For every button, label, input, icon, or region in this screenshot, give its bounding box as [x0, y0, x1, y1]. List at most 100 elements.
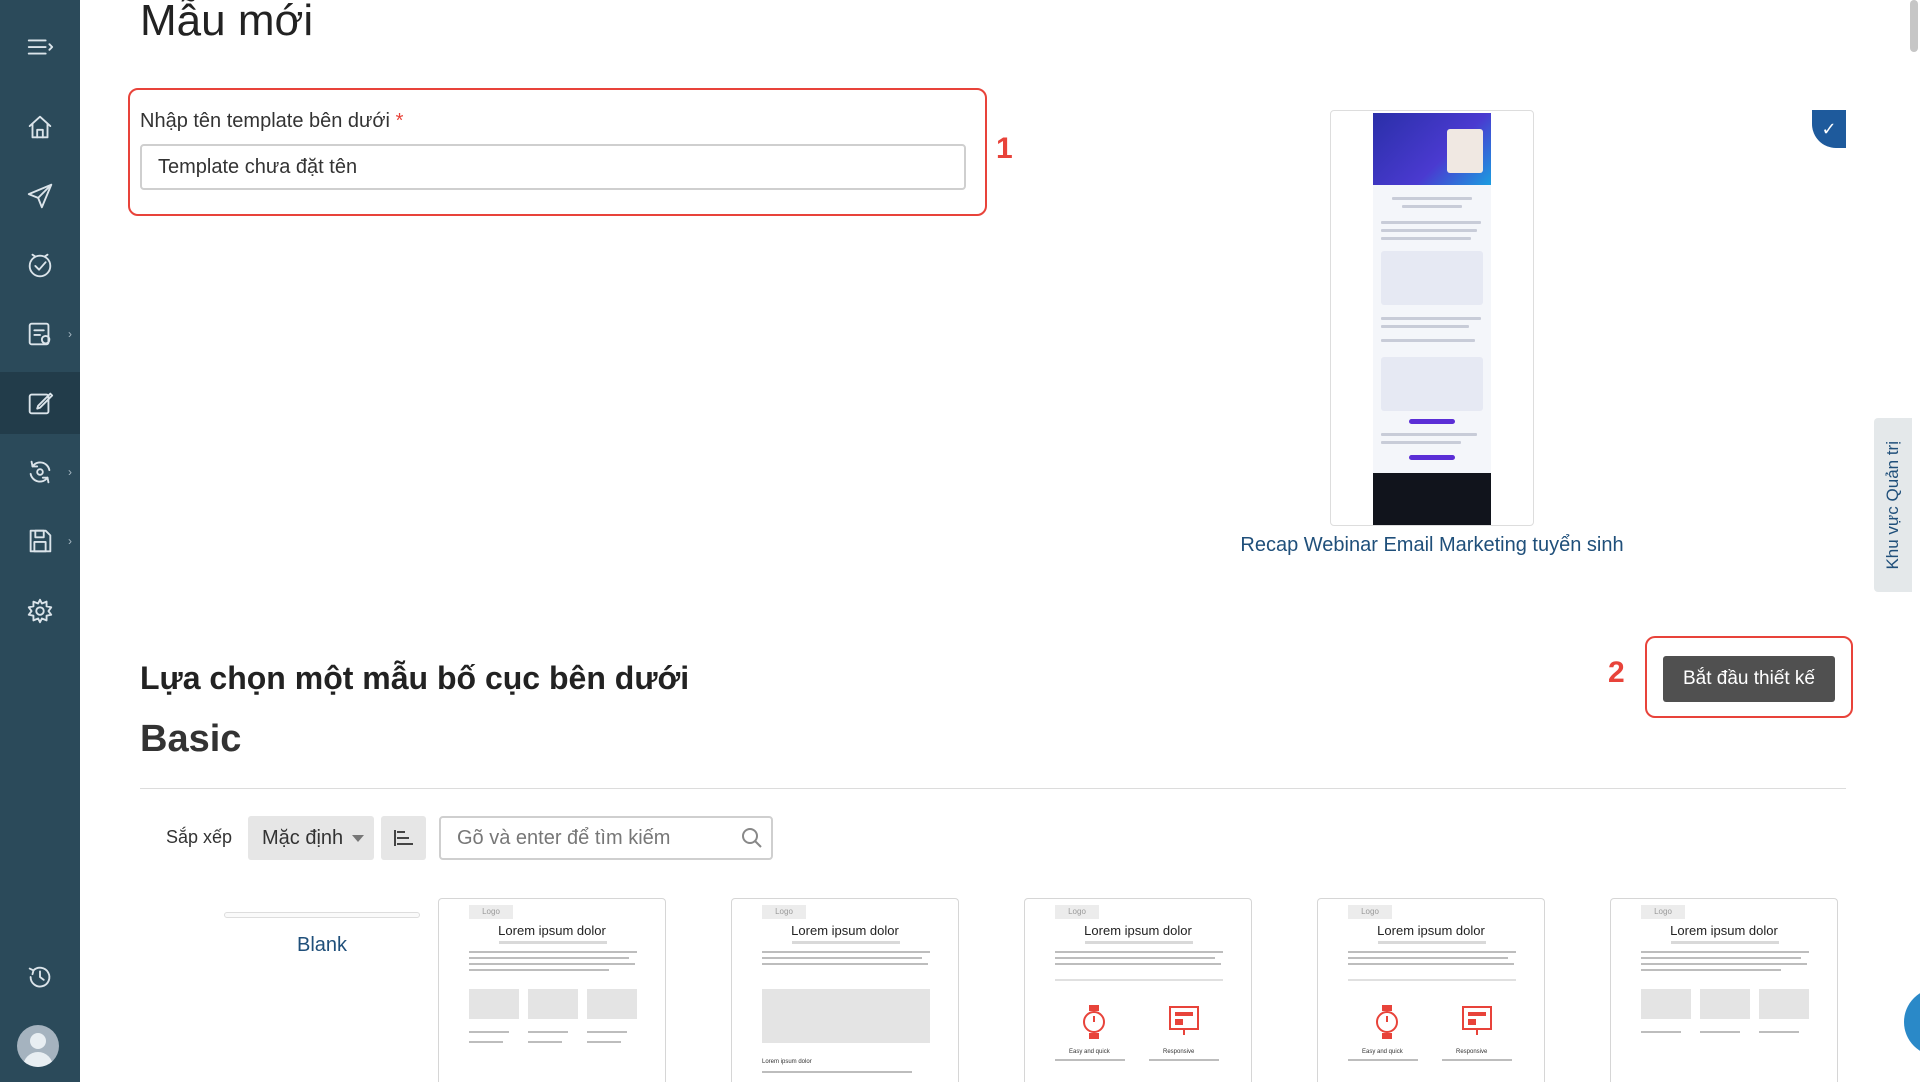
search-input[interactable]	[439, 816, 773, 860]
selected-template-preview[interactable]	[1330, 110, 1534, 526]
template-text-line	[469, 957, 629, 959]
template-heading: Lorem ipsum dolor	[791, 923, 899, 938]
template-text-line	[587, 1041, 621, 1043]
annotation-2: 2	[1608, 656, 1625, 689]
template-card[interactable]: Logo Lorem ipsum dolor	[438, 898, 666, 1082]
save-icon	[29, 529, 52, 553]
sidebar-item-automation[interactable]	[0, 234, 80, 296]
sort-bars-icon	[393, 830, 413, 846]
template-logo: Logo	[1348, 905, 1392, 919]
preview-button	[1409, 455, 1455, 460]
template-text-line	[762, 957, 922, 959]
menu-toggle[interactable]	[0, 16, 80, 78]
template-heading: Lorem ipsum dolor	[1084, 923, 1192, 938]
preview-footer	[1373, 473, 1491, 525]
check-icon: ✓	[1812, 110, 1846, 148]
template-subline	[1378, 941, 1486, 944]
preview-line	[1402, 205, 1462, 208]
template-text-line	[1055, 979, 1223, 981]
sort-select[interactable]: Mặc định	[248, 816, 374, 860]
template-text-line	[1348, 957, 1508, 959]
settings-icon	[27, 598, 53, 624]
page-scrollbar[interactable]	[1910, 0, 1918, 52]
template-card[interactable]: Logo Lorem ipsum dolor Easy and quick Re…	[1024, 898, 1252, 1082]
template-image-placeholder	[1759, 989, 1809, 1019]
template-card[interactable]: Logo Lorem ipsum dolor	[1610, 898, 1838, 1082]
preview-line	[1381, 237, 1471, 240]
sidebar-item-templates[interactable]	[0, 372, 80, 434]
template-text-line	[1759, 1031, 1799, 1033]
template-logo: Logo	[469, 905, 513, 919]
template-subline	[792, 941, 900, 944]
template-image-placeholder	[762, 989, 930, 1043]
template-text-line	[1055, 963, 1221, 965]
avatar[interactable]	[17, 1025, 59, 1067]
template-feature-label: Easy and quick	[1069, 1049, 1110, 1055]
support-chat-button[interactable]	[1904, 988, 1920, 1056]
preview-caption[interactable]: Recap Webinar Email Marketing tuyển sinh	[1232, 534, 1632, 557]
avatar-body	[23, 1052, 53, 1067]
start-design-button[interactable]: Bắt đầu thiết kế	[1663, 656, 1835, 702]
section-title: Lựa chọn một mẫu bố cục bên dưới	[140, 660, 690, 696]
sidebar-item-data[interactable]: ›	[0, 510, 80, 572]
blank-template-label[interactable]: Blank	[224, 934, 420, 957]
template-text-line	[469, 1041, 503, 1043]
annotation-1: 1	[996, 132, 1013, 165]
chevron-right-icon: ›	[68, 465, 72, 479]
sidebar-item-settings[interactable]	[0, 580, 80, 642]
template-text-line	[1641, 1031, 1681, 1033]
template-image-placeholder	[1641, 989, 1691, 1019]
divider	[140, 788, 1846, 789]
main-content: Mẫu mới Nhập tên template bên dưới * 1 ✓	[80, 0, 1920, 1082]
template-caption: Lorem ipsum dolor	[762, 1059, 812, 1065]
sidebar-item-history[interactable]	[0, 946, 80, 1008]
template-text-line	[1442, 1059, 1512, 1061]
sidebar-item-home[interactable]	[0, 96, 80, 158]
template-text-line	[1055, 951, 1223, 953]
admin-area-tab[interactable]: Khu vực Quản trị	[1874, 418, 1912, 592]
preview-card	[1381, 251, 1483, 305]
template-text-line	[1055, 1059, 1125, 1061]
sort-label: Sắp xếp	[166, 827, 233, 847]
template-image-placeholder	[528, 989, 578, 1019]
template-text-line	[1641, 963, 1807, 965]
template-text-line	[1700, 1031, 1740, 1033]
admin-area-label: Khu vực Quản trị	[1883, 440, 1902, 570]
sidebar-item-sync[interactable]: ›	[0, 441, 80, 503]
template-feature-label: Responsive	[1163, 1049, 1195, 1055]
preview-line	[1392, 197, 1472, 200]
sidebar-item-campaigns[interactable]	[0, 165, 80, 227]
history-icon	[28, 966, 51, 988]
preview-line	[1381, 325, 1469, 328]
template-text-line	[469, 969, 609, 971]
template-feature-label: Responsive	[1456, 1049, 1488, 1055]
template-text-line	[1641, 969, 1781, 971]
home-icon	[28, 115, 52, 139]
template-text-line	[1348, 951, 1516, 953]
blank-template-card[interactable]	[224, 912, 420, 918]
template-subline	[499, 941, 607, 944]
sort-direction-button[interactable]	[381, 816, 426, 860]
template-name-label: Nhập tên template bên dưới *	[140, 110, 403, 133]
sidebar-item-reports[interactable]: ›	[0, 303, 80, 365]
template-text-line	[469, 951, 637, 953]
avatar-head	[30, 1033, 46, 1049]
watch-icon	[1376, 1005, 1398, 1039]
template-text-line	[762, 1071, 912, 1073]
template-name-input[interactable]	[140, 144, 966, 190]
template-text-line	[528, 1041, 562, 1043]
edit-template-icon	[28, 392, 54, 415]
template-image-placeholder	[469, 989, 519, 1019]
template-heading: Lorem ipsum dolor	[1377, 923, 1485, 938]
template-logo: Logo	[1055, 905, 1099, 919]
check-badge-icon	[28, 253, 52, 278]
preview-line	[1381, 221, 1481, 224]
template-text-line	[762, 951, 930, 953]
send-icon	[27, 183, 53, 209]
template-card[interactable]: Logo Lorem ipsum dolor Easy and quick Re…	[1317, 898, 1545, 1082]
sort-select-value: Mặc định	[262, 826, 344, 849]
template-text-line	[762, 963, 928, 965]
template-logo: Logo	[1641, 905, 1685, 919]
search-icon[interactable]	[740, 826, 764, 850]
template-card[interactable]: Logo Lorem ipsum dolor Lorem ipsum dolor	[731, 898, 959, 1082]
